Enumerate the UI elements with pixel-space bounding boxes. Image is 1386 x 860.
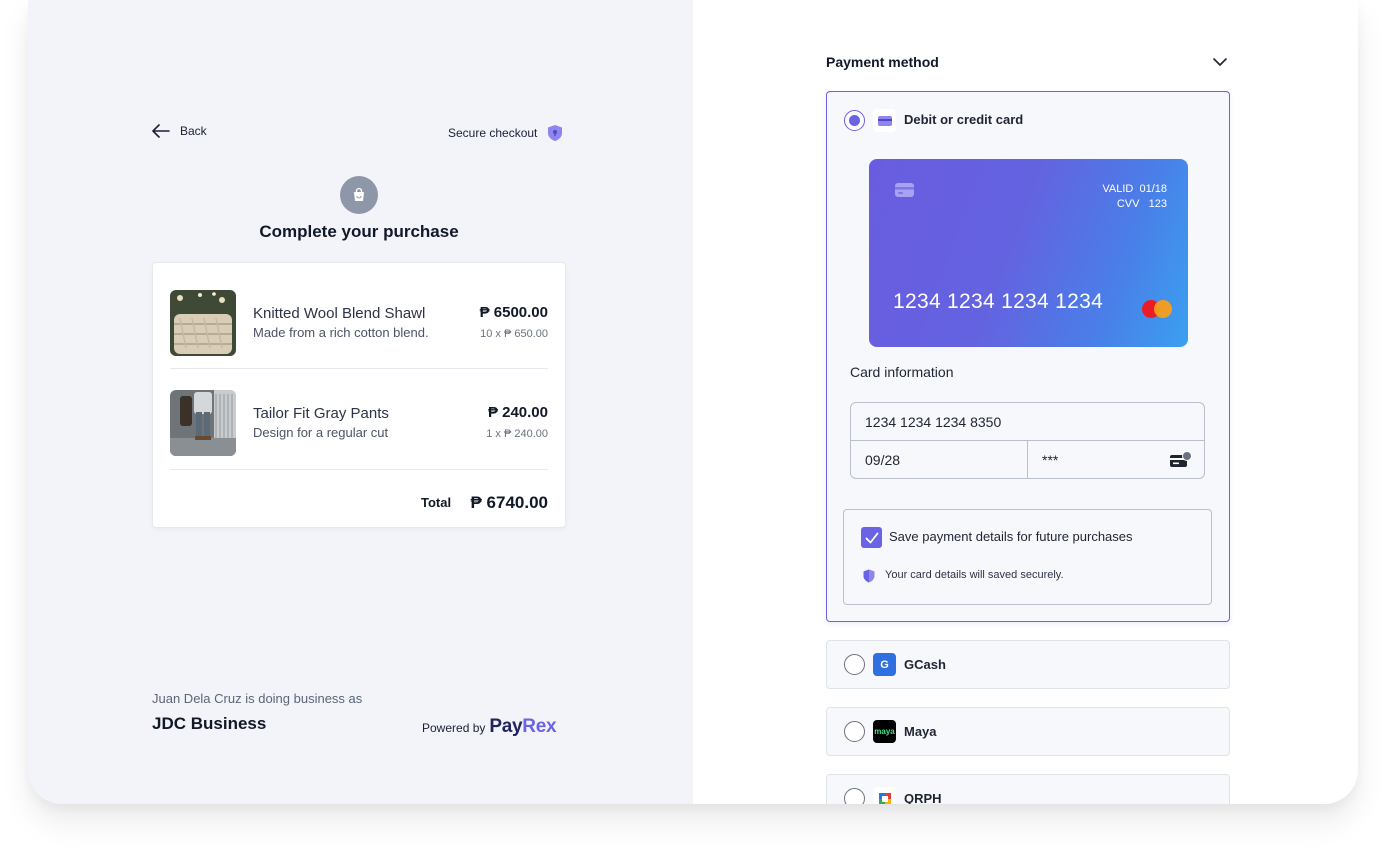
check-icon — [865, 532, 878, 543]
chevron-down-icon[interactable] — [1212, 56, 1228, 68]
save-payment-checkbox[interactable] — [861, 527, 882, 548]
gcash-label: GCash — [904, 657, 946, 672]
total-label: Total — [421, 495, 452, 510]
card-preview: VALID 01/18 CVV 123 1234 1234 1234 1234 — [869, 159, 1188, 347]
item-quantity: 10 x ₱ 650.00 — [480, 328, 548, 340]
back-arrow-icon — [152, 124, 170, 138]
product-thumbnail — [170, 290, 236, 356]
card-number-field[interactable]: 1234 1234 1234 8350 — [850, 402, 1205, 441]
qrph-icon — [873, 787, 896, 804]
cvv-card-icon — [1170, 451, 1192, 467]
item-description: Made from a rich cotton blend. — [253, 325, 429, 340]
card-information-label: Card information — [850, 364, 954, 380]
card-option-radio[interactable] — [844, 110, 865, 131]
expiry-field[interactable]: 09/28 — [850, 440, 1028, 479]
shopping-bag-badge — [340, 176, 378, 214]
gcash-radio[interactable] — [844, 654, 865, 675]
total-value: ₱ 6740.00 — [470, 493, 548, 512]
checkout-window: Back Secure checkout Complete your purch… — [28, 0, 1358, 804]
maya-label: Maya — [904, 724, 937, 739]
shield-icon — [863, 569, 875, 583]
payment-option-maya[interactable]: maya Maya — [826, 707, 1230, 756]
save-payment-box: Save payment details for future purchase… — [843, 509, 1212, 605]
maya-radio[interactable] — [844, 721, 865, 742]
shield-icon — [548, 125, 563, 141]
card-chip-icon — [895, 183, 914, 197]
save-security-note: Your card details will saved securely. — [885, 569, 1064, 581]
item-price: ₱ 240.00 — [487, 404, 548, 421]
item-name: Knitted Wool Blend Shawl — [253, 305, 426, 322]
divider — [170, 469, 548, 470]
order-summary-panel: Back Secure checkout Complete your purch… — [28, 0, 693, 804]
card-valid-info: VALID 01/18 CVV 123 — [1102, 183, 1167, 210]
card-option-label: Debit or credit card — [904, 112, 1024, 127]
card-preview-number: 1234 1234 1234 1234 — [893, 290, 1104, 313]
card-icon — [873, 109, 896, 132]
secure-checkout: Secure checkout — [448, 124, 563, 142]
divider — [170, 368, 548, 369]
mastercard-icon — [1142, 300, 1172, 318]
item-price: ₱ 6500.00 — [479, 304, 548, 321]
business-name: JDC Business — [152, 714, 267, 733]
cvv-field[interactable]: *** — [1027, 440, 1205, 479]
payment-option-qrph[interactable]: QRPH — [826, 774, 1230, 804]
cvv-value: *** — [1042, 451, 1059, 468]
payment-panel: Payment method Debit or credit card VALI… — [693, 0, 1358, 804]
page-title: Complete your purchase — [259, 222, 459, 241]
payrex-logo: PayRex — [489, 716, 557, 737]
shopping-bag-icon — [354, 187, 364, 201]
gcash-icon: G — [873, 653, 896, 676]
business-owner-line: Juan Dela Cruz is doing business as — [152, 691, 363, 706]
save-payment-label: Save payment details for future purchase… — [889, 529, 1133, 544]
item-name: Tailor Fit Gray Pants — [253, 405, 389, 422]
maya-icon: maya — [873, 720, 896, 743]
back-label: Back — [180, 124, 207, 138]
payment-method-title: Payment method — [826, 54, 939, 70]
cart-card: Knitted Wool Blend Shawl Made from a ric… — [152, 262, 566, 528]
product-thumbnail — [170, 390, 236, 456]
item-quantity: 1 x ₱ 240.00 — [486, 428, 548, 440]
qrph-label: QRPH — [904, 791, 942, 804]
qrph-radio[interactable] — [844, 788, 865, 804]
payment-option-gcash[interactable]: G GCash — [826, 640, 1230, 689]
back-button[interactable]: Back — [152, 124, 207, 138]
payment-option-card[interactable]: Debit or credit card VALID 01/18 CVV 123… — [826, 91, 1230, 622]
secure-checkout-label: Secure checkout — [448, 126, 538, 140]
powered-by-label: Powered by — [422, 721, 486, 735]
powered-by: Powered by PayRex — [422, 716, 557, 738]
cart-item: Knitted Wool Blend Shawl Made from a ric… — [170, 290, 548, 356]
cart-item: Tailor Fit Gray Pants Design for a regul… — [170, 390, 548, 456]
item-description: Design for a regular cut — [253, 425, 389, 440]
